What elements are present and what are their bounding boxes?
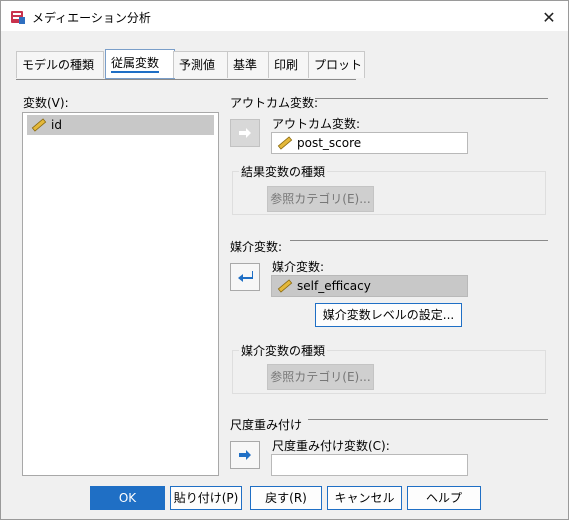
outcome-reference-category-button[interactable]: 参照カテゴリ(E)... <box>267 186 374 212</box>
mediator-value: self_efficacy <box>297 279 371 293</box>
arrow-right-icon <box>239 450 251 460</box>
mediator-section-label: 媒介変数: <box>230 240 283 254</box>
tab-predicted-values[interactable]: 予測値 <box>173 51 229 78</box>
arrow-left-icon <box>238 271 253 282</box>
mediation-dialog: メディエーション分析 ✕ モデルの種類 従属変数 予測値 基準 印刷 プロット … <box>0 0 569 520</box>
weight-field[interactable] <box>271 454 468 476</box>
tab-print[interactable]: 印刷 <box>268 51 313 78</box>
variable-name: id <box>51 118 62 132</box>
mediator-field[interactable]: self_efficacy <box>271 275 468 297</box>
variables-label: 変数(V): <box>23 96 69 110</box>
mediator-type-title: 媒介変数の種類 <box>239 342 328 359</box>
reset-button[interactable]: 戻す(R) <box>250 486 322 510</box>
close-icon[interactable]: ✕ <box>538 6 560 28</box>
title-bar: メディエーション分析 ✕ <box>1 1 568 31</box>
mediator-field-label: 媒介変数: <box>272 260 325 274</box>
outcome-divider <box>315 98 548 99</box>
list-item[interactable]: id <box>27 115 214 135</box>
mediator-reference-category-button[interactable]: 参照カテゴリ(E)... <box>267 364 374 390</box>
outcome-value: post_score <box>297 136 362 150</box>
tab-strip-line <box>16 79 356 80</box>
weight-field-label: 尺度重み付け変数(C): <box>272 439 390 453</box>
scale-ruler-icon <box>277 136 293 150</box>
outcome-section-label: アウトカム変数: <box>230 96 319 110</box>
mediator-move-button[interactable] <box>230 263 260 291</box>
scale-ruler-icon <box>277 279 293 293</box>
paste-button[interactable]: 貼り付け(P) <box>170 486 242 510</box>
outcome-move-button[interactable] <box>230 119 260 147</box>
mediator-level-settings-button[interactable]: 媒介変数レベルの設定... <box>315 303 462 327</box>
tab-criteria[interactable]: 基準 <box>227 51 271 78</box>
tab-plots[interactable]: プロット <box>308 51 365 78</box>
window-title: メディエーション分析 <box>32 11 151 25</box>
tab-model-type[interactable]: モデルの種類 <box>16 51 104 78</box>
weight-divider <box>308 419 548 420</box>
weight-move-button[interactable] <box>230 441 260 469</box>
help-button[interactable]: ヘルプ <box>407 486 481 510</box>
outcome-type-title: 結果変数の種類 <box>239 163 328 180</box>
mediator-divider <box>290 240 548 241</box>
arrow-right-icon <box>239 128 251 138</box>
ok-button[interactable]: OK <box>90 486 165 510</box>
tab-dependent-variable[interactable]: 従属変数 <box>105 49 175 79</box>
outcome-field[interactable]: post_score <box>271 132 468 154</box>
weight-section-label: 尺度重み付け <box>230 418 303 432</box>
app-icon <box>11 11 25 24</box>
outcome-field-label: アウトカム変数: <box>272 117 361 131</box>
cancel-button[interactable]: キャンセル <box>327 486 402 510</box>
scale-ruler-icon <box>31 118 47 132</box>
variables-listbox[interactable]: id <box>22 112 219 476</box>
